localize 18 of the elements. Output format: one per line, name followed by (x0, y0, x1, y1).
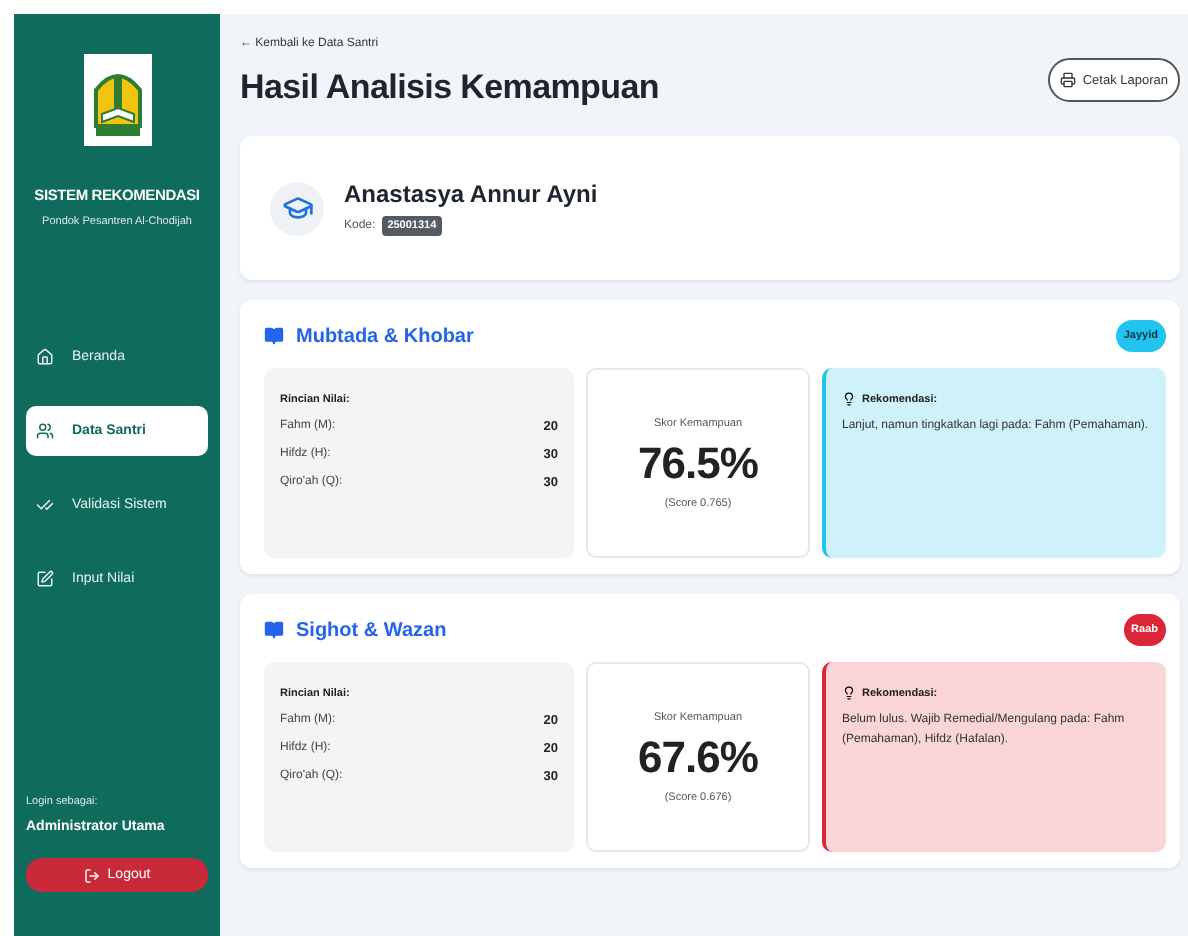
page-title: Hasil Analisis Kemampuan (240, 68, 659, 108)
home-icon (36, 348, 54, 366)
printer-icon (1060, 72, 1077, 88)
edit-icon (36, 570, 54, 588)
graduate-icon (270, 181, 324, 235)
score-value: 76.5% (638, 437, 758, 489)
score-value: 67.6% (638, 731, 758, 783)
student-name: Anastasya Annur Ayni (344, 180, 598, 208)
subject-title: Mubtada & Khobar (296, 325, 474, 347)
logo-icon (83, 54, 151, 146)
check-icon (36, 496, 54, 514)
subject-title: Sighot & Wazan (296, 619, 447, 641)
book-icon (264, 620, 284, 640)
lightbulb-icon (842, 392, 856, 406)
logout-icon (83, 867, 100, 883)
lightbulb-icon (842, 686, 856, 700)
book-icon (264, 326, 284, 346)
users-icon (36, 422, 54, 440)
